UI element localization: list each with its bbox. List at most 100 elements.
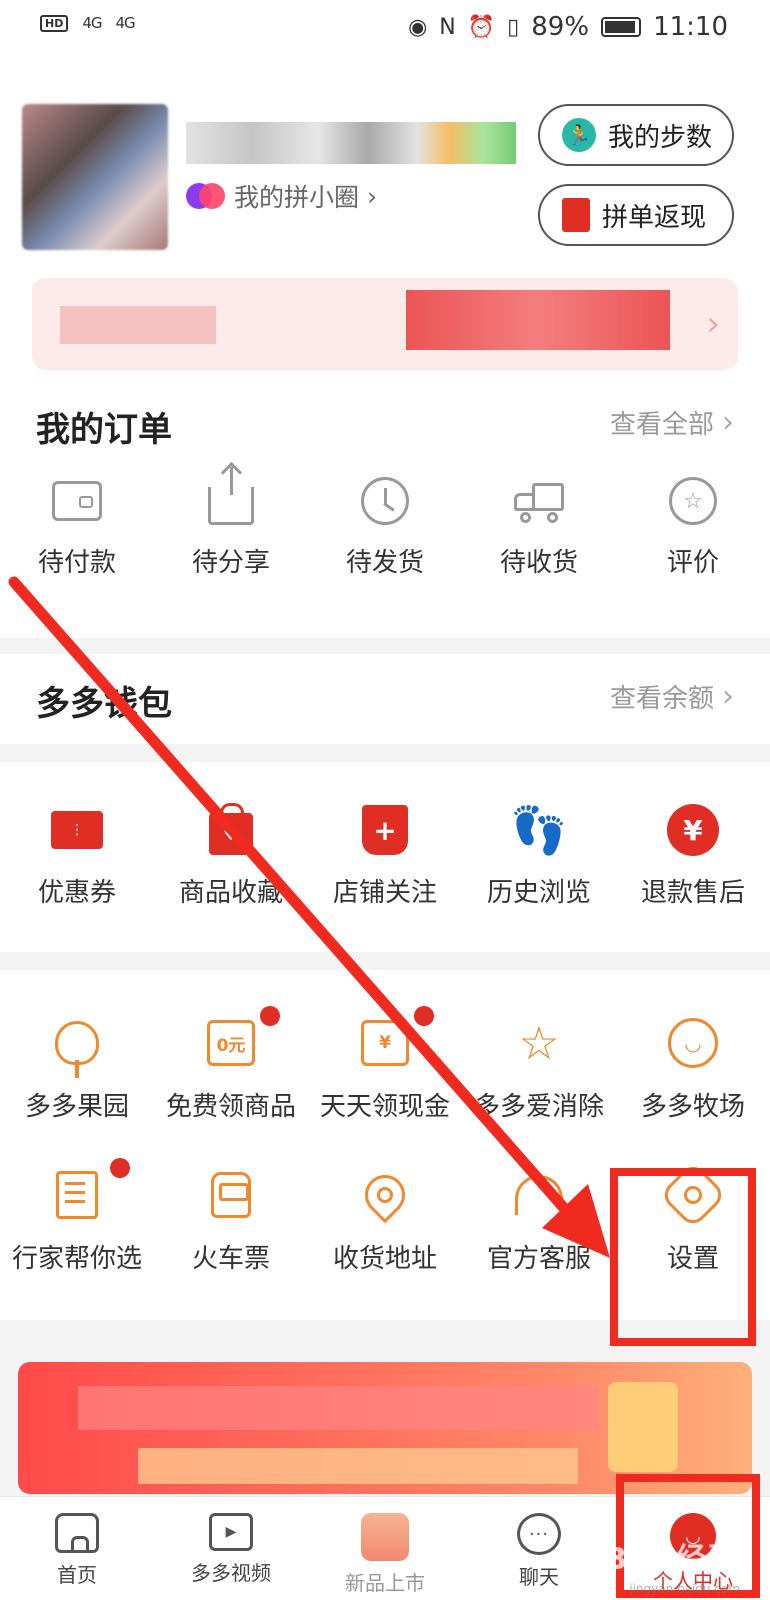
battery-icon — [601, 17, 642, 37]
feature-label: 店铺关注 — [332, 878, 437, 908]
service-label: 多多果园 — [24, 1092, 129, 1122]
customer-service-item[interactable]: 官方客服 — [462, 1166, 616, 1275]
nav-label: 新品上市 — [345, 1571, 425, 1595]
favorites-item[interactable]: ♥ 商品收藏 — [154, 802, 308, 909]
service-label: 多多爱消除 — [473, 1092, 604, 1122]
shop-follow-item[interactable]: + 店铺关注 — [308, 802, 462, 909]
features-section: ⋮ 优惠券 ♥ 商品收藏 + 店铺关注 👣 历史浏览 ¥ 退款售后 — [0, 762, 770, 952]
wallet-section[interactable]: 多多钱包 查看余额 › — [0, 654, 770, 744]
service-label: 天天领现金 — [319, 1092, 450, 1122]
clock-time: 11:10 — [653, 12, 728, 42]
service-label: 免费领商品 — [165, 1092, 296, 1122]
home-icon — [55, 1513, 99, 1553]
my-steps-button[interactable]: 🏃 我的步数 — [538, 104, 734, 166]
alarm-icon: ⏰ — [467, 14, 496, 40]
promo-button-blurred — [406, 290, 670, 350]
promo-strip-blurred[interactable]: › — [32, 278, 738, 370]
nav-label: 聊天 — [519, 1565, 559, 1589]
expert-note-icon — [56, 1171, 98, 1219]
order-status-label: 待收货 — [499, 548, 578, 578]
tree-icon — [55, 1021, 99, 1078]
my-circle-label: 我的拼小圈 — [234, 183, 360, 212]
chevron-right-icon: › — [367, 181, 378, 211]
bottom-nav: 首页 ▶ 多多视频 新品上市 ··· 聊天 ◡ 个人中心 — [0, 1496, 770, 1600]
order-status-label: 评价 — [666, 548, 719, 578]
promo-banner-blurred[interactable] — [18, 1362, 752, 1494]
chevron-right-icon: › — [722, 679, 734, 714]
wallet-title: 多多钱包 — [36, 684, 172, 724]
circle-logo-icon — [186, 183, 226, 209]
free-bag-icon: 0元 — [207, 1020, 255, 1066]
refund-item[interactable]: ¥ 退款售后 — [616, 802, 770, 909]
signal-icon-2: 4G — [115, 14, 136, 32]
nickname-blurred — [186, 122, 516, 164]
chevron-right-icon: › — [706, 304, 720, 344]
red-envelope-icon — [562, 198, 590, 232]
notification-dot — [110, 1158, 130, 1178]
nav-new-items[interactable]: 新品上市 — [308, 1497, 462, 1600]
view-all-orders-link[interactable]: 查看全部 › — [610, 404, 734, 441]
footprint-icon: 👣 — [510, 803, 568, 857]
banner-graphic-blurred — [608, 1382, 678, 1472]
nav-chat[interactable]: ··· 聊天 — [462, 1497, 616, 1600]
daily-cash-item[interactable]: ¥ 天天领现金 — [308, 1006, 462, 1123]
free-items-item[interactable]: 0元 免费领商品 — [154, 1006, 308, 1123]
train-icon — [211, 1172, 251, 1218]
duoduo-ranch-item[interactable]: ◡ 多多牧场 — [616, 1014, 770, 1123]
service-label: 收货地址 — [332, 1244, 437, 1274]
profile-header: 我的拼小圈 › 🏃 我的步数 拼单返现 › — [0, 58, 770, 370]
order-status-label: 待发货 — [345, 548, 424, 578]
nav-home[interactable]: 首页 — [0, 1497, 154, 1600]
profile-icon: ◡ — [670, 1513, 716, 1559]
nav-profile[interactable]: ◡ 个人中心 — [616, 1497, 770, 1600]
order-pending-share[interactable]: 待分享 — [154, 467, 308, 579]
banner-subtext-blurred — [138, 1448, 578, 1484]
video-tv-icon: ▶ — [209, 1513, 253, 1551]
headset-icon — [515, 1175, 563, 1215]
promo-text-blurred — [60, 306, 216, 344]
banner-text-blurred — [78, 1386, 598, 1430]
view-balance-label: 查看余额 — [609, 684, 714, 714]
my-circle-link[interactable]: 我的拼小圈 › — [186, 178, 377, 214]
history-item[interactable]: 👣 历史浏览 — [462, 802, 616, 909]
services-row-1: 多多果园 0元 免费领商品 ¥ 天天领现金 ☆ 多多爱消除 ◡ 多多牧场 — [0, 1006, 770, 1123]
new-items-icon — [361, 1513, 409, 1561]
feature-label: 退款售后 — [640, 878, 745, 908]
nav-label: 个人中心 — [653, 1569, 733, 1593]
train-tickets-item[interactable]: 火车票 — [154, 1166, 308, 1275]
coupons-item[interactable]: ⋮ 优惠券 — [0, 802, 154, 909]
share-icon — [208, 467, 254, 525]
nfc-icon: N — [439, 14, 456, 40]
order-pending-payment[interactable]: 待付款 — [0, 474, 154, 579]
cow-icon: ◡ — [668, 1018, 718, 1068]
wallet-icon — [52, 481, 102, 521]
features-row: ⋮ 优惠券 ♥ 商品收藏 + 店铺关注 👣 历史浏览 ¥ 退款售后 — [0, 802, 770, 909]
star-wand-icon: ☆ — [518, 1016, 560, 1070]
view-balance-link[interactable]: 查看余额 › — [610, 678, 734, 715]
eye-icon: ◉ — [408, 14, 428, 40]
duoduo-orchard-item[interactable]: 多多果园 — [0, 1014, 154, 1123]
hd-icon: HD — [40, 14, 69, 32]
order-status-label: 待分享 — [191, 548, 270, 578]
duoduo-match-item[interactable]: ☆ 多多爱消除 — [462, 1014, 616, 1123]
clock-icon — [361, 477, 409, 525]
shipping-address-item[interactable]: 收货地址 — [308, 1166, 462, 1275]
orders-section: 我的订单 查看全部 › 待付款 待分享 待发货 待收货 ☆ 评价 — [0, 370, 770, 638]
status-left: HD 4G 4G — [40, 14, 136, 32]
coupon-icon: ⋮ — [51, 811, 103, 849]
notification-dot — [260, 1006, 280, 1026]
order-pending-shipment[interactable]: 待发货 — [308, 474, 462, 579]
review-star-icon: ☆ — [669, 477, 717, 525]
nav-label: 多多视频 — [191, 1561, 271, 1585]
order-review[interactable]: ☆ 评价 — [616, 474, 770, 579]
favorite-bag-icon: ♥ — [209, 803, 253, 855]
group-cashback-button[interactable]: 拼单返现 — [538, 184, 734, 246]
nav-video[interactable]: ▶ 多多视频 — [154, 1497, 308, 1600]
order-status-row: 待付款 待分享 待发货 待收货 ☆ 评价 — [0, 467, 770, 579]
service-label: 设置 — [666, 1244, 719, 1274]
order-pending-receipt[interactable]: 待收货 — [462, 474, 616, 579]
settings-item[interactable]: 设置 — [616, 1161, 770, 1275]
expert-pick-item[interactable]: 行家帮你选 — [0, 1158, 154, 1275]
status-bar: HD 4G 4G ◉ N ⏰ ▯ 89% 11:10 — [0, 0, 770, 58]
avatar[interactable] — [22, 104, 168, 250]
